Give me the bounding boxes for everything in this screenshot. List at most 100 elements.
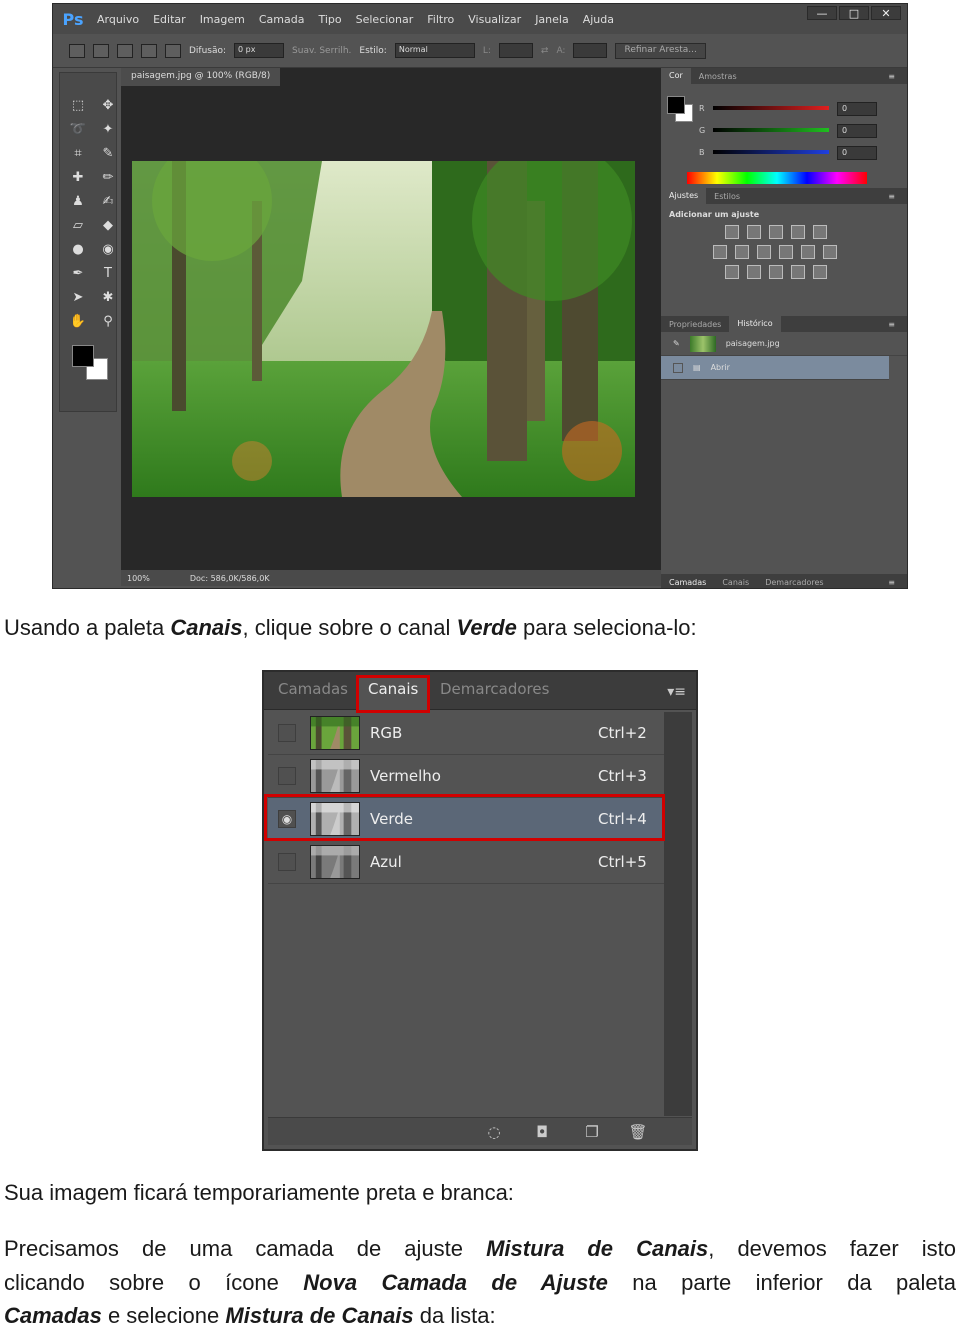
tab-amostras[interactable]: Amostras <box>691 72 745 81</box>
history-snapshot[interactable]: ✎ paisagem.jpg <box>661 332 907 356</box>
channel-row-azul[interactable]: Azul Ctrl+5 <box>268 841 664 884</box>
menu-item-visualizar[interactable]: Visualizar <box>468 13 521 26</box>
panel-menu-icon[interactable]: ▾≡ <box>667 684 686 700</box>
tab-camadas[interactable]: Camadas <box>278 680 348 698</box>
history-brush-icon[interactable]: ✍ <box>98 191 118 211</box>
magic-wand-icon[interactable]: ✦ <box>98 119 118 139</box>
history-state[interactable]: ▤ Abrir <box>661 356 889 380</box>
menu-item-selecionar[interactable]: Selecionar <box>356 13 414 26</box>
state-checkbox[interactable] <box>673 362 683 373</box>
refine-edge-button[interactable]: Refinar Aresta... <box>615 42 706 59</box>
tab-historico[interactable]: Histórico <box>729 316 781 332</box>
maximize-button[interactable]: □ <box>839 6 869 20</box>
tab-canais[interactable]: Canais <box>368 680 418 698</box>
channel-mixer-icon[interactable] <box>801 245 815 259</box>
marquee-tool-preset[interactable] <box>69 43 85 58</box>
tab-demarcadores[interactable]: Demarcadores <box>757 578 831 587</box>
vibrance-icon[interactable] <box>813 225 827 239</box>
zoom-tool-icon[interactable]: ⚲ <box>98 311 118 331</box>
tab-camadas[interactable]: Camadas <box>661 578 714 587</box>
g-slider[interactable] <box>713 128 829 132</box>
visibility-toggle[interactable] <box>278 724 296 742</box>
lasso-tool-icon[interactable]: ➰ <box>68 119 88 139</box>
feather-input[interactable]: 0 px <box>234 43 285 58</box>
tab-demarcadores[interactable]: Demarcadores <box>440 680 549 698</box>
panel-menu-icon[interactable]: ≡ <box>880 192 903 201</box>
zoom-level[interactable]: 100% <box>127 574 150 583</box>
color-lookup-icon[interactable] <box>823 245 837 259</box>
move-tool-icon[interactable]: ✥ <box>98 95 118 115</box>
eraser-tool-icon[interactable]: ▱ <box>68 215 88 235</box>
eyedropper-icon[interactable]: ✎ <box>98 143 118 163</box>
tab-propriedades[interactable]: Propriedades <box>661 320 729 329</box>
menu-item-arquivo[interactable]: Arquivo <box>97 13 139 26</box>
shape-tool-icon[interactable]: ✱ <box>98 287 118 307</box>
brightness-icon[interactable] <box>725 225 739 239</box>
exposure-icon[interactable] <box>791 225 805 239</box>
width-input[interactable] <box>498 43 533 58</box>
trash-icon[interactable]: 🗑 <box>628 1122 648 1142</box>
document-canvas[interactable] <box>121 86 661 570</box>
levels-icon[interactable] <box>747 225 761 239</box>
antialias-checkbox[interactable]: Suav. Serrilh. <box>292 46 351 56</box>
menu-item-editar[interactable]: Editar <box>153 13 186 26</box>
tab-canais[interactable]: Canais <box>714 578 757 587</box>
tab-cor[interactable]: Cor <box>661 68 691 84</box>
r-slider[interactable] <box>713 106 829 110</box>
new-channel-icon[interactable]: ❐ <box>582 1122 602 1142</box>
color-balance-icon[interactable] <box>735 245 749 259</box>
paint-bucket-icon[interactable]: ◆ <box>98 215 118 235</box>
subtract-selection-mode[interactable] <box>141 43 157 58</box>
hand-tool-icon[interactable]: ✋ <box>68 311 88 331</box>
posterize-icon[interactable] <box>747 265 761 279</box>
hue-saturation-icon[interactable] <box>713 245 727 259</box>
stamp-tool-icon[interactable]: ♟ <box>68 191 88 211</box>
black-white-icon[interactable] <box>757 245 771 259</box>
b-slider[interactable] <box>713 150 829 154</box>
menu-item-janela[interactable]: Janela <box>535 13 569 26</box>
style-select[interactable]: Normal <box>394 43 475 58</box>
foreground-color-swatch[interactable] <box>72 345 94 367</box>
load-selection-icon[interactable]: ◌ <box>484 1122 504 1142</box>
minimize-button[interactable]: — <box>807 6 837 20</box>
invert-icon[interactable] <box>725 265 739 279</box>
marquee-tool-icon[interactable]: ⬚ <box>68 95 88 115</box>
r-value[interactable]: 0 <box>837 102 877 116</box>
crop-tool-icon[interactable]: ⌗ <box>68 143 88 163</box>
panel-menu-icon[interactable]: ≡ <box>880 578 903 587</box>
selective-color-icon[interactable] <box>813 265 827 279</box>
visibility-toggle[interactable] <box>278 767 296 785</box>
fg-swatch[interactable] <box>667 96 685 114</box>
dodge-tool-icon[interactable]: ◉ <box>98 239 118 259</box>
brush-tool-icon[interactable]: ✏ <box>98 167 118 187</box>
menu-item-ajuda[interactable]: Ajuda <box>583 13 614 26</box>
add-selection-mode[interactable] <box>117 43 133 58</box>
menu-item-tipo[interactable]: Tipo <box>318 13 341 26</box>
new-selection-mode[interactable] <box>93 43 109 58</box>
panel-scrollbar[interactable] <box>664 712 692 1116</box>
menu-item-camada[interactable]: Camada <box>259 13 305 26</box>
tab-estilos[interactable]: Estilos <box>706 192 748 201</box>
type-tool-icon[interactable]: T <box>98 263 118 283</box>
swap-icon[interactable]: ⇄ <box>541 46 549 56</box>
blur-tool-icon[interactable]: ● <box>68 239 88 259</box>
healing-brush-icon[interactable]: ✚ <box>68 167 88 187</box>
color-spectrum[interactable] <box>687 172 867 184</box>
panel-menu-icon[interactable]: ≡ <box>880 72 903 81</box>
b-value[interactable]: 0 <box>837 146 877 160</box>
menu-item-imagem[interactable]: Imagem <box>200 13 245 26</box>
path-selection-icon[interactable]: ➤ <box>68 287 88 307</box>
pen-tool-icon[interactable]: ✒ <box>68 263 88 283</box>
photo-filter-icon[interactable] <box>779 245 793 259</box>
visibility-toggle[interactable] <box>278 853 296 871</box>
height-input[interactable] <box>573 43 608 58</box>
close-button[interactable]: ✕ <box>871 6 901 20</box>
document-tab[interactable]: paisagem.jpg @ 100% (RGB/8) <box>121 68 281 86</box>
menu-item-filtro[interactable]: Filtro <box>427 13 454 26</box>
panel-menu-icon[interactable]: ≡ <box>880 320 903 329</box>
g-value[interactable]: 0 <box>837 124 877 138</box>
threshold-icon[interactable] <box>769 265 783 279</box>
channel-row-vermelho[interactable]: Vermelho Ctrl+3 <box>268 755 664 798</box>
intersect-selection-mode[interactable] <box>165 43 181 58</box>
curves-icon[interactable] <box>769 225 783 239</box>
